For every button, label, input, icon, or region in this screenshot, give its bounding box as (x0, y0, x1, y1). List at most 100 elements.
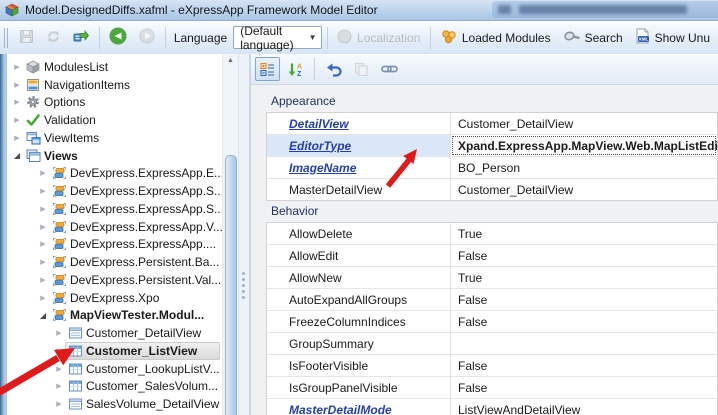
prop-row-groupsummary[interactable]: GroupSummary (267, 333, 717, 355)
prop-row-autoexpandallgroups[interactable]: AutoExpandAllGroups False (267, 289, 717, 311)
expand-arrow-icon[interactable]: ▶ (11, 98, 23, 106)
prop-value-cell[interactable]: ListViewAndDetailView (451, 399, 717, 415)
save-button[interactable] (14, 26, 39, 50)
prop-value-cell[interactable]: False (451, 355, 717, 376)
expand-arrow-icon[interactable]: ▶ (37, 187, 49, 195)
collapse-arrow-icon[interactable]: ◢ (37, 311, 49, 320)
tree-item-devexpress-persistent-ba[interactable]: ▶ DevExpress.Persistent.Ba... (7, 253, 220, 271)
tree-item-mapviewtester-modul[interactable]: ◢ MapViewTester.Modul... (7, 307, 220, 325)
sort-az-button[interactable]: AZ (283, 57, 308, 81)
tree-item-views[interactable]: ◢ Views (7, 147, 220, 165)
prop-name-cell[interactable]: EditorType (267, 135, 451, 156)
tree-item-devexpress-xpo[interactable]: ▶ DevExpress.Xpo (7, 289, 220, 307)
expand-arrow-icon[interactable]: ▶ (37, 240, 49, 248)
prop-value-cell[interactable]: False (451, 377, 717, 398)
prop-value-cell[interactable]: False (451, 289, 717, 310)
prop-name[interactable]: DetailView (289, 117, 349, 131)
prop-name-cell[interactable]: DetailView (267, 113, 451, 134)
prop-name-cell[interactable]: MasterDetailView (267, 179, 451, 200)
expand-arrow-icon[interactable]: ▶ (37, 205, 49, 213)
prop-name-cell[interactable]: ImageName (267, 157, 451, 178)
expand-arrow-icon[interactable]: ▶ (53, 400, 65, 408)
category-header-appearance[interactable]: Appearance (266, 91, 718, 112)
expand-arrow-icon[interactable]: ▶ (53, 365, 65, 373)
flush-changes-button[interactable] (68, 26, 94, 50)
prop-row-masterdetailmode[interactable]: MasterDetailMode ListViewAndDetailView (267, 399, 717, 415)
prop-name-cell[interactable]: AutoExpandAllGroups (267, 289, 451, 310)
tree-item-devexpress-persistent-val[interactable]: ▶ DevExpress.Persistent.Val... (7, 271, 221, 289)
prop-value-cell[interactable]: False (451, 245, 717, 266)
prop-value-cell[interactable]: Xpand.ExpressApp.MapView.Web.MapListEdit… (451, 135, 717, 156)
tree-scrollbar-thumb[interactable] (225, 155, 237, 415)
link-button[interactable] (377, 57, 402, 81)
tree-item-devexpress-expressapp[interactable]: ▶ DevExpress.ExpressApp.... (7, 236, 220, 254)
search-button[interactable]: Search (558, 26, 628, 50)
expand-arrow-icon[interactable]: ▶ (11, 63, 23, 71)
prop-row-allowedit[interactable]: AllowEdit False (267, 245, 717, 267)
expand-arrow-icon[interactable]: ▶ (53, 382, 65, 390)
forward-button[interactable] (134, 26, 160, 50)
prop-value-cell[interactable]: True (451, 223, 717, 244)
panel-splitter[interactable] (238, 54, 250, 415)
prop-name-cell[interactable]: IsFooterVisible (267, 355, 451, 376)
expand-arrow-icon[interactable]: ▶ (37, 169, 49, 177)
tree-scrollbar[interactable]: ▲ (222, 54, 238, 415)
expand-arrow-icon[interactable]: ▶ (53, 347, 65, 355)
localization-button[interactable]: Localization (332, 26, 425, 50)
tree-item-devexpress-expressapp-v[interactable]: ▶ DevExpress.ExpressApp.V... (7, 218, 223, 236)
expand-arrow-icon[interactable]: ▶ (37, 258, 49, 266)
prop-row-detailview[interactable]: DetailView Customer_DetailView (267, 113, 717, 135)
expand-arrow-icon[interactable]: ▶ (11, 116, 23, 124)
expand-arrow-icon[interactable]: ▶ (37, 276, 49, 284)
scroll-up-arrow-icon[interactable]: ▲ (223, 57, 238, 64)
tree-item-navigationitems[interactable]: ▶ NavigationItems (7, 76, 220, 94)
language-select[interactable]: (Default language) ▼ (233, 24, 322, 52)
prop-name-cell[interactable]: MasterDetailMode (267, 399, 451, 415)
categorized-button[interactable] (255, 57, 280, 81)
undo-button[interactable] (321, 57, 346, 81)
prop-row-isgrouppanelvisible[interactable]: IsGroupPanelVisible False (267, 377, 717, 399)
show-unused-button[interactable]: XML Show Unu (630, 26, 715, 50)
prop-name-cell[interactable]: IsGroupPanelVisible (267, 377, 451, 398)
tree-item-salesvolume-detailview[interactable]: ▶ SalesVolume_DetailView (7, 395, 220, 413)
prop-name[interactable]: EditorType (289, 139, 351, 153)
expand-arrow-icon[interactable]: ▶ (53, 329, 65, 337)
prop-row-allownew[interactable]: AllowNew True (267, 267, 717, 289)
category-header-behavior[interactable]: Behavior (266, 201, 718, 222)
prop-name-cell[interactable]: AllowEdit (267, 245, 451, 266)
tree-item-customer-detailview[interactable]: ▶ Customer_DetailView (7, 324, 220, 342)
copy-button[interactable] (349, 57, 374, 81)
collapse-arrow-icon[interactable]: ◢ (11, 151, 23, 160)
prop-row-allowdelete[interactable]: AllowDelete True (267, 223, 717, 245)
prop-value-cell[interactable]: BO_Person (451, 157, 717, 178)
tree-item-devexpress-expressapp-s[interactable]: ▶ DevExpress.ExpressApp.S... (7, 182, 224, 200)
tree-item-viewitems[interactable]: ▶ ViewItems (7, 129, 220, 147)
prop-name[interactable]: MasterDetailMode (289, 403, 392, 415)
tree-item-customer-lookuplistv[interactable]: ▶ Customer_LookupListV... (7, 360, 220, 378)
tree-item-devexpress-expressapp-s[interactable]: ▶ DevExpress.ExpressApp.S... (7, 200, 224, 218)
prop-row-imagename[interactable]: ImageName BO_Person (267, 157, 717, 179)
prop-name[interactable]: ImageName (289, 161, 356, 175)
tree-item-options[interactable]: ▶ Options (7, 94, 220, 112)
prop-value-cell[interactable] (451, 333, 717, 354)
loaded-modules-button[interactable]: Loaded Modules (436, 26, 556, 50)
tree-item-customer-listview[interactable]: ▶ Customer_ListView (7, 341, 220, 360)
prop-name-cell[interactable]: FreezeColumnIndices (267, 311, 451, 332)
back-button[interactable] (104, 26, 132, 50)
prop-name-cell[interactable]: GroupSummary (267, 333, 451, 354)
prop-row-masterdetailview[interactable]: MasterDetailView Customer_DetailView (267, 179, 717, 200)
prop-value-cell[interactable]: Customer_DetailView (451, 179, 717, 200)
toolbar-grip[interactable] (4, 27, 8, 48)
prop-value-cell[interactable]: Customer_DetailView (451, 113, 717, 134)
prop-name-cell[interactable]: AllowNew (267, 267, 451, 288)
tree-item-devexpress-expressapp-e[interactable]: ▶ DevExpress.ExpressApp.E... (7, 165, 224, 183)
tree-item-customer-salesvolum[interactable]: ▶ Customer_SalesVolum... (7, 378, 220, 396)
tree-item-validation[interactable]: ▶ Validation (7, 111, 220, 129)
expand-arrow-icon[interactable]: ▶ (37, 294, 49, 302)
prop-row-isfootervisible[interactable]: IsFooterVisible False (267, 355, 717, 377)
prop-row-freezecolumnindices[interactable]: FreezeColumnIndices False (267, 311, 717, 333)
expand-arrow-icon[interactable]: ▶ (11, 81, 23, 89)
prop-name-cell[interactable]: AllowDelete (267, 223, 451, 244)
prop-value-cell[interactable]: True (451, 267, 717, 288)
refresh-button[interactable] (41, 26, 66, 50)
